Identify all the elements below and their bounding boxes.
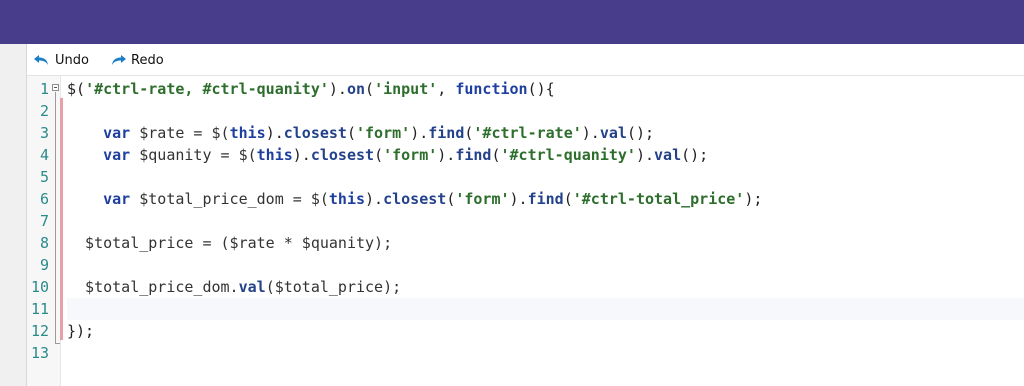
- redo-arrow-icon: [112, 55, 126, 65]
- code-token: function: [455, 80, 528, 98]
- code-token: 'form': [356, 124, 411, 142]
- code-token: this: [229, 124, 266, 142]
- redo-button[interactable]: Redo: [109, 50, 164, 70]
- line-number: 10: [30, 278, 49, 296]
- code-token: this: [328, 190, 366, 208]
- code-token: (: [346, 124, 356, 142]
- code-token: var: [103, 146, 131, 164]
- code-token: find: [428, 124, 465, 142]
- code-token: ();: [681, 146, 709, 164]
- line-number: 4: [39, 146, 49, 164]
- code-token: '#ctrl-rate, #ctrl-quanity': [85, 80, 329, 98]
- code-token: $total_price_dom.: [67, 278, 239, 296]
- code-line[interactable]: $total_price_dom.val($total_price);: [67, 276, 401, 298]
- code-token: on: [346, 80, 366, 98]
- code-token: (: [563, 190, 573, 208]
- code-token: ).: [509, 190, 528, 208]
- code-token: '#ctrl-quanity': [500, 146, 636, 164]
- code-token: ();: [626, 124, 655, 142]
- code-token: $total_price = ($rate * $quanity);: [67, 234, 393, 252]
- editor-toolbar: Undo Redo: [27, 46, 1024, 76]
- line-number: 13: [30, 344, 49, 362]
- code-token: (: [374, 146, 384, 164]
- code-token: });: [67, 322, 95, 340]
- code-token: val: [599, 124, 627, 142]
- code-token: ).: [365, 190, 384, 208]
- code-token: ).: [328, 80, 347, 98]
- code-token: var: [103, 124, 131, 142]
- redo-label: Redo: [131, 52, 164, 68]
- code-token: (: [365, 80, 375, 98]
- window-titlebar: [0, 0, 1024, 44]
- code-token: ,: [437, 80, 456, 98]
- code-token: );: [744, 190, 763, 208]
- fold-range-line: [55, 92, 56, 344]
- code-token: ).: [635, 146, 655, 164]
- line-number: 8: [39, 234, 49, 252]
- code-token: ).: [292, 146, 311, 164]
- code-token: ).: [265, 124, 284, 142]
- current-line-highlight: [67, 298, 1024, 320]
- code-token: 'form': [383, 146, 438, 164]
- code-token: closest: [310, 146, 375, 164]
- code-token: ).: [581, 124, 600, 142]
- line-number: 7: [39, 212, 49, 230]
- code-token: closest: [283, 124, 347, 142]
- code-token: var: [103, 190, 131, 208]
- change-marker-bar: [60, 98, 63, 340]
- code-token: (: [491, 146, 501, 164]
- line-number: 5: [39, 168, 49, 186]
- code-editor[interactable]: 1 2 3 4 5 6 7 8 9 10 11 12 13 $('#ctrl-rate, #ctrl-q…: [27, 76, 1024, 386]
- line-number: 11: [30, 300, 49, 318]
- code-token: '#ctrl-rate': [473, 124, 582, 142]
- code-token: this: [256, 146, 293, 164]
- code-token: $(: [67, 80, 86, 98]
- code-token: val: [654, 146, 682, 164]
- line-number: 2: [39, 102, 49, 120]
- undo-button[interactable]: Undo: [33, 50, 89, 70]
- code-line[interactable]: var $rate = $(this).closest('form').find…: [67, 122, 654, 144]
- code-token: ).: [437, 146, 456, 164]
- code-line[interactable]: $total_price = ($rate * $quanity);: [67, 232, 392, 254]
- line-number: 3: [39, 124, 49, 142]
- code-line[interactable]: $('#ctrl-rate, #ctrl-quanity').on('input…: [67, 78, 555, 100]
- code-token: $quanity = $(: [130, 146, 257, 164]
- code-token: 'input': [374, 80, 438, 98]
- line-number: 12: [30, 322, 49, 340]
- undo-arrow-icon: [34, 55, 48, 65]
- code-token: closest: [383, 190, 447, 208]
- line-number: 6: [39, 190, 49, 208]
- fold-range-end: [55, 343, 60, 344]
- line-number: 1: [39, 80, 49, 98]
- code-token: val: [238, 278, 266, 296]
- undo-label: Undo: [55, 52, 89, 68]
- fold-toggle-icon[interactable]: [52, 84, 59, 91]
- code-token: (: [446, 190, 456, 208]
- side-panel-strip: [0, 44, 27, 386]
- code-token: (){: [527, 80, 555, 98]
- code-token: '#ctrl-total_price': [572, 190, 745, 208]
- line-number: 9: [39, 256, 49, 274]
- code-token: ($total_price);: [265, 278, 402, 296]
- code-line[interactable]: var $quanity = $(this).closest('form').f…: [67, 144, 708, 166]
- code-token: ).: [410, 124, 429, 142]
- code-line[interactable]: var $total_price_dom = $(this).closest('…: [67, 188, 762, 210]
- code-token: 'form': [455, 190, 510, 208]
- code-token: find: [527, 190, 564, 208]
- code-token: $total_price_dom = $(: [130, 190, 329, 208]
- code-token: find: [455, 146, 492, 164]
- code-token: $rate = $(: [130, 124, 230, 142]
- code-line[interactable]: });: [67, 320, 94, 342]
